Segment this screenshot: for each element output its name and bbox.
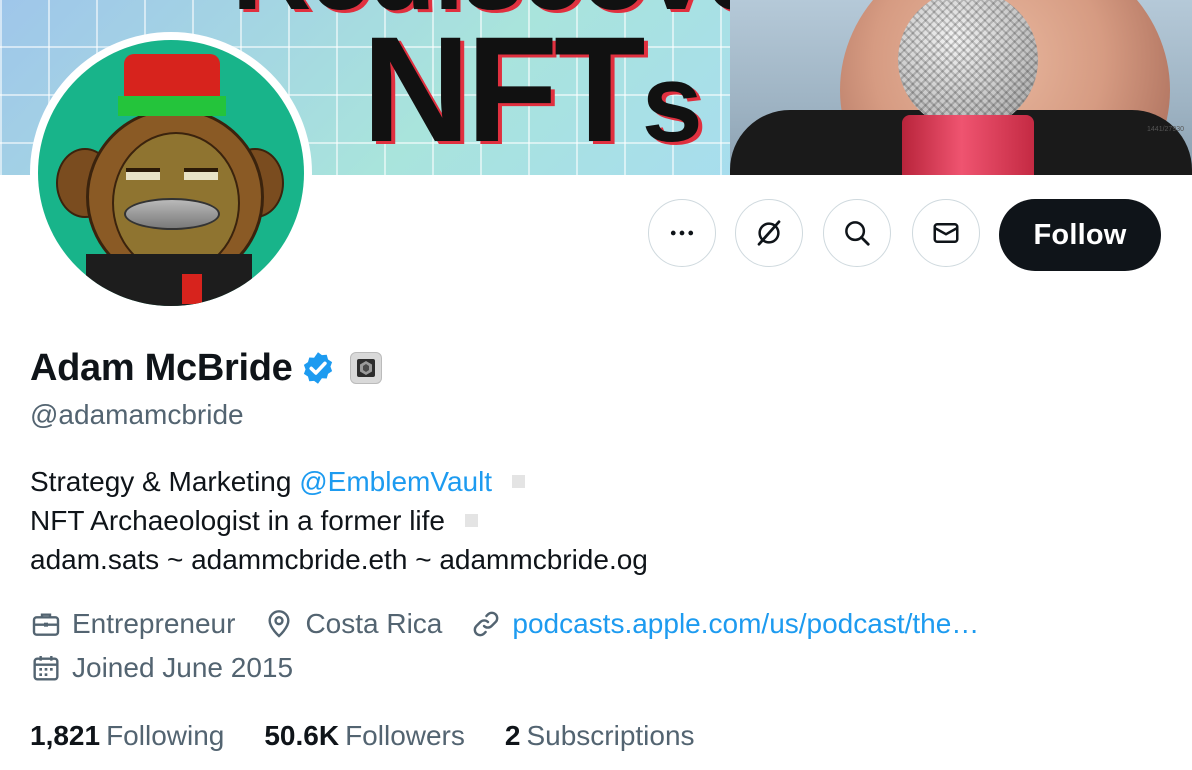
following-count: 1,821 [30,720,101,751]
following-label: Following [106,720,225,751]
follow-stats: 1,821 Following 50.6K Followers 2 Subscript… [30,720,735,752]
bio-text: adam.sats ~ adammcbride.eth ~ adammcbrid… [30,544,648,575]
followers-label: Followers [345,720,465,751]
subscriptions-count: 2 [504,720,521,751]
microphone-body [902,115,1034,175]
affiliate-badge-icon[interactable] [350,352,383,384]
grok-icon [757,220,781,246]
mention-link[interactable]: @EmblemVault [299,462,492,501]
bio-line: Strategy & Marketing @EmblemVault [30,462,648,501]
join-date: Joined June 2015 [30,652,293,684]
banner-photo: 1441/27930 [730,0,1192,175]
avatar-hat-band [118,96,226,116]
name-row: Adam McBride [30,345,383,391]
grok-button[interactable] [735,199,803,267]
more-button[interactable] [648,199,716,267]
location-label: Costa Rica [305,608,443,639]
avatar-eye-right [184,168,218,180]
briefcase-icon [32,613,60,636]
follow-button[interactable]: Follow [999,199,1161,271]
avatar-mouth [124,198,220,230]
banner-title-main: NFT [362,5,646,173]
following-stat[interactable]: 1,821 Following [30,720,224,752]
message-button[interactable] [912,199,980,267]
emoji-icon [512,475,526,488]
join-date-label: Joined June 2015 [72,652,294,683]
vault-icon [357,359,376,377]
bio-text: NFT Archaeologist in a former life [30,505,445,536]
followers-stat[interactable]: 50.6K Followers [264,720,465,752]
subscriptions-label: Subscriptions [526,720,695,751]
search-icon [845,221,870,246]
subscriptions-stat[interactable]: 2 Subscriptions [505,720,695,752]
join-date-row: Joined June 2015 [30,652,321,684]
banner-title: NFTs [362,14,703,175]
bio: Strategy & Marketing @EmblemVault NFT Ar… [30,462,648,579]
banner-tag: 1441/27930 [1147,126,1184,133]
bio-line: NFT Archaeologist in a former life [30,501,648,540]
search-button[interactable] [823,199,891,267]
bio-line: adam.sats ~ adammcbride.eth ~ adammcbrid… [30,540,648,579]
website-link[interactable]: podcasts.apple.com/us/podcast/the… [512,608,979,640]
avatar-shirt-accent [182,274,202,304]
avatar-eye-left [126,168,160,180]
display-name: Adam McBride [30,346,293,389]
emoji-icon [464,514,478,527]
calendar-icon [33,656,59,681]
verified-badge-icon[interactable] [300,350,336,386]
location: Costa Rica [263,608,442,640]
avatar-shirt [86,254,252,306]
more-icon [670,230,694,236]
location-pin-icon [268,610,290,638]
link-icon [474,611,499,637]
mail-icon [933,223,959,243]
followers-count: 50.6K [264,720,340,751]
bio-text: Strategy & Marketing [30,466,300,497]
profession: Entrepreneur [30,608,235,640]
website: podcasts.apple.com/us/podcast/the… [470,608,979,640]
banner-title-suffix: s [641,42,703,165]
username-handle: @adamamcbride [30,399,244,430]
avatar[interactable] [30,32,312,314]
profile-meta: Entrepreneur Costa Rica podcasts.apple.c… [30,608,1007,640]
avatar-image [38,40,304,306]
profession-label: Entrepreneur [72,608,236,639]
